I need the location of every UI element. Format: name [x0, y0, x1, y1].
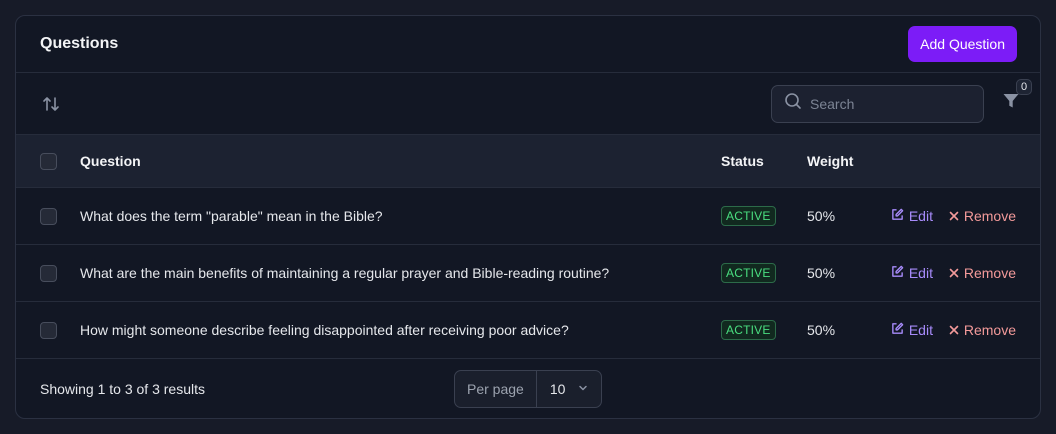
table-footer: Showing 1 to 3 of 3 results Per page 10 [16, 359, 1040, 418]
filter-button[interactable]: 0 [1000, 78, 1032, 115]
close-icon [949, 265, 959, 281]
select-all-checkbox[interactable] [40, 152, 57, 170]
filter-icon [1002, 92, 1020, 115]
per-page-control: Per page 10 [454, 370, 602, 408]
table-row: What are the main benefits of maintainin… [16, 245, 1040, 302]
edit-icon [891, 208, 904, 224]
card-header: Questions Add Question [16, 16, 1040, 73]
row-checkbox[interactable] [40, 207, 57, 225]
edit-icon [891, 265, 904, 281]
per-page-label: Per page [455, 371, 537, 407]
question-text: How might someone describe feeling disap… [80, 322, 569, 338]
weight-value: 50% [807, 265, 836, 281]
column-header-status[interactable]: Status [721, 135, 807, 188]
edit-button[interactable]: Edit [891, 265, 933, 281]
column-header-question[interactable]: Question [80, 135, 721, 188]
toolbar-right: 0 [771, 78, 1032, 123]
results-summary: Showing 1 to 3 of 3 results [40, 381, 205, 397]
sort-icon[interactable] [40, 93, 62, 115]
search-icon [784, 92, 802, 115]
questions-card: Questions Add Question Search 0 Question… [15, 15, 1041, 419]
weight-value: 50% [807, 322, 836, 338]
per-page-value: 10 [549, 381, 566, 397]
per-page-select[interactable]: 10 [537, 381, 590, 397]
edit-button[interactable]: Edit [891, 322, 933, 338]
table-toolbar: 0 [16, 73, 1040, 134]
status-badge: ACTIVE [721, 320, 776, 340]
search-box[interactable] [771, 84, 984, 123]
chevron-down-icon [577, 381, 589, 397]
question-text: What are the main benefits of maintainin… [80, 265, 610, 281]
status-badge: ACTIVE [721, 263, 776, 283]
page-title: Questions [40, 35, 119, 52]
filter-count-badge: 0 [1016, 78, 1032, 95]
search-input[interactable] [810, 95, 970, 112]
remove-button[interactable]: Remove [949, 322, 1016, 338]
weight-value: 50% [807, 208, 836, 224]
questions-table: Question Status Weight What does the ter… [16, 134, 1040, 359]
close-icon [949, 322, 959, 338]
edit-icon [891, 322, 904, 338]
row-checkbox[interactable] [40, 264, 57, 282]
table-row: How might someone describe feeling disap… [16, 302, 1040, 359]
add-question-button[interactable]: Add Question [908, 26, 1017, 62]
remove-button[interactable]: Remove [949, 265, 1016, 281]
close-icon [949, 208, 959, 224]
table-header-row: Question Status Weight [16, 134, 1040, 188]
row-checkbox[interactable] [40, 321, 57, 339]
edit-button[interactable]: Edit [891, 208, 933, 224]
question-text: What does the term "parable" mean in the… [80, 208, 383, 224]
column-header-weight[interactable]: Weight [807, 135, 885, 188]
table-row: What does the term "parable" mean in the… [16, 188, 1040, 245]
status-badge: ACTIVE [721, 206, 776, 226]
remove-button[interactable]: Remove [949, 208, 1016, 224]
